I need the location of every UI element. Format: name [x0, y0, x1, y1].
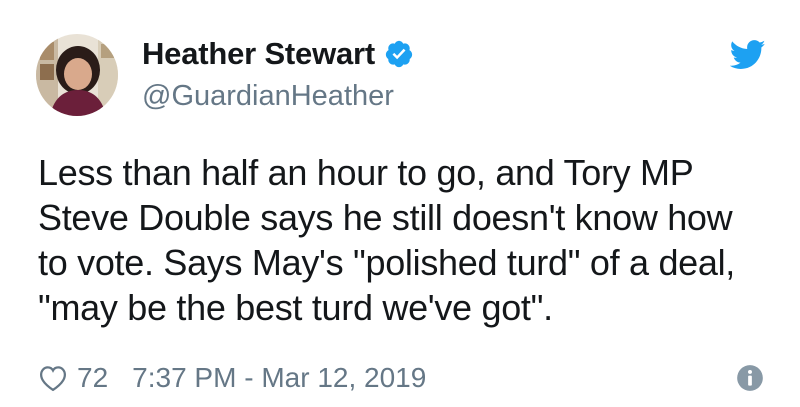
avatar[interactable] [36, 34, 118, 116]
tweet-text-line: "may be the best turd we've got". [38, 287, 553, 328]
profile-photo-icon [36, 34, 118, 116]
tweet-card: Heather Stewart @GuardianHeather Less th… [0, 0, 800, 407]
tweet-timestamp[interactable]: 7:37 PM - Mar 12, 2019 [132, 362, 426, 394]
tweet-text-line: to vote. Says May's "polished turd" of a… [38, 242, 736, 283]
info-icon[interactable] [736, 364, 764, 392]
author-display-name[interactable]: Heather Stewart [142, 36, 375, 72]
author-name-row: Heather Stewart [142, 34, 414, 74]
verified-badge-icon [384, 39, 414, 69]
heart-icon[interactable] [38, 364, 68, 392]
tweet-text-line: Steve Double says he still doesn't know … [38, 197, 733, 238]
tweet-footer: 72 7:37 PM - Mar 12, 2019 [38, 358, 426, 398]
tweet-text-line: Less than half an hour to go, and Tory M… [38, 152, 694, 193]
author-handle[interactable]: @GuardianHeather [142, 80, 394, 113]
like-count[interactable]: 72 [77, 362, 108, 394]
tweet-text: Less than half an hour to go, and Tory M… [38, 150, 778, 330]
twitter-bird-icon[interactable] [729, 40, 766, 70]
